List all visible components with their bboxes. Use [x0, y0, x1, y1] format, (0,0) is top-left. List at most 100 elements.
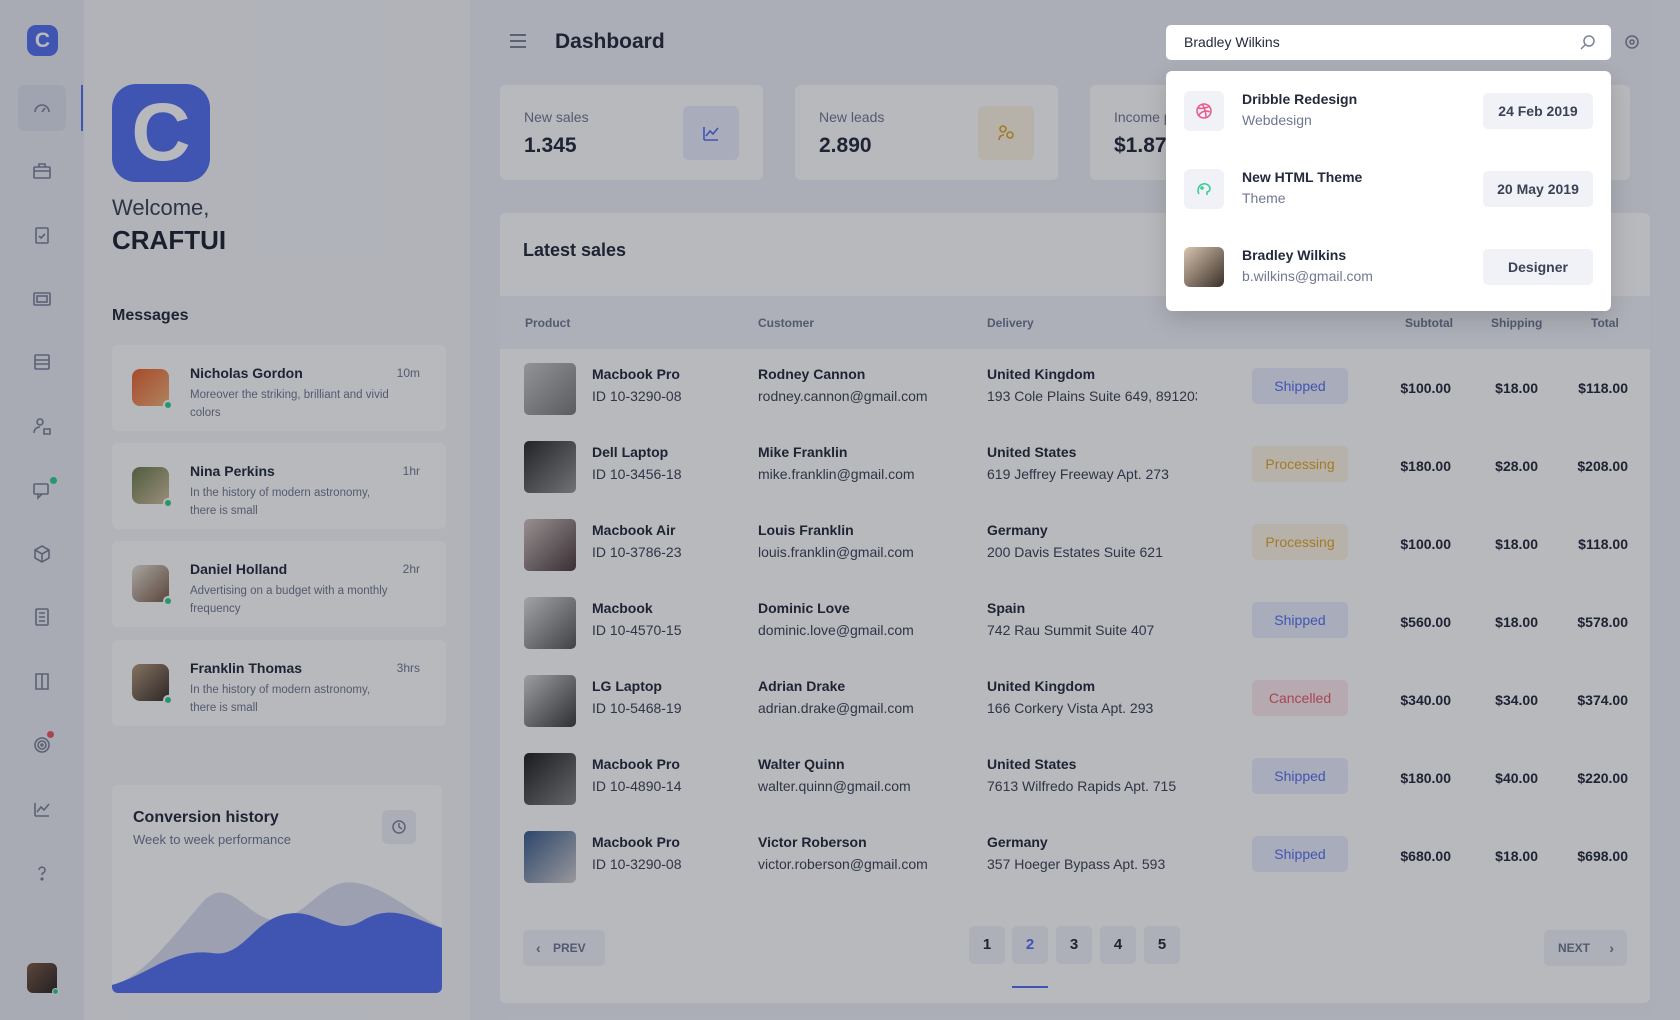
dribbble-icon [1184, 91, 1224, 131]
product-id: ID 10-3456-18 [592, 466, 682, 482]
prev-button[interactable]: ‹ PREV [523, 930, 605, 966]
product-id: ID 10-5468-19 [592, 700, 682, 716]
page-button[interactable]: 1 [969, 926, 1005, 964]
result-subtitle: Theme [1242, 190, 1286, 206]
customer-email[interactable]: mike.franklin@gmail.com [758, 466, 915, 482]
column-header[interactable]: Product [525, 316, 570, 330]
welcome-text: Welcome, [112, 195, 210, 220]
table-row[interactable]: Macbook Pro ID 10-4890-14 Walter Quinn walt… [500, 739, 1650, 817]
table-row[interactable]: Macbook Air ID 10-3786-23 Louis Franklin lo… [500, 505, 1650, 583]
product-image [524, 831, 576, 883]
customer-name: Mike Franklin [758, 444, 848, 460]
product-id: ID 10-3290-08 [592, 856, 682, 872]
chat-nav-icon[interactable] [18, 467, 66, 513]
help-nav-icon[interactable] [18, 850, 66, 896]
customer-email[interactable]: victor.roberson@gmail.com [758, 856, 928, 872]
product-id: ID 10-3290-08 [592, 388, 682, 404]
subtotal-value: $100.00 [1400, 380, 1451, 396]
search-input[interactable]: Bradley Wilkins [1166, 25, 1611, 60]
message-item[interactable]: Daniel Holland 2hr Advertising on a budg… [112, 541, 446, 627]
chart-nav-icon[interactable] [18, 786, 66, 832]
page-button-current[interactable]: 2 [1012, 926, 1048, 964]
conversion-history-card: Conversion history Week to week performa… [112, 785, 442, 993]
delivery-country: Spain [987, 600, 1026, 616]
product-id: ID 10-3786-23 [592, 544, 682, 560]
product-image [524, 675, 576, 727]
delivery-country: United States [987, 444, 1077, 460]
message-item[interactable]: Franklin Thomas 3hrs In the history of m… [112, 640, 446, 726]
result-subtitle: Webdesign [1242, 112, 1312, 128]
table-row[interactable]: Macbook ID 10-4570-15 Dominic Love dominic.… [500, 583, 1650, 661]
users-icon [978, 106, 1034, 160]
active-nav-indicator [81, 85, 83, 131]
table-row[interactable]: Macbook Pro ID 10-3290-08 Rodney Cannon rod… [500, 349, 1650, 427]
result-tag: 20 May 2019 [1483, 171, 1593, 207]
customer-email[interactable]: adrian.drake@gmail.com [758, 700, 914, 716]
table-row[interactable]: Macbook Pro ID 10-3290-08 Victor Roberson v… [500, 817, 1650, 895]
online-indicator [163, 695, 173, 705]
delivery-address: 357 Hoeger Bypass Apt. 593 [987, 856, 1166, 872]
customer-email[interactable]: louis.franklin@gmail.com [758, 544, 914, 560]
column-header[interactable]: Shipping [1491, 316, 1542, 330]
page-button[interactable]: 4 [1100, 926, 1136, 964]
app-logo[interactable]: C [27, 25, 58, 56]
chart-icon [683, 106, 739, 160]
document-nav-icon[interactable] [18, 594, 66, 640]
total-value: $118.00 [1578, 536, 1628, 552]
message-item[interactable]: Nina Perkins 1hr In the history of moder… [112, 443, 446, 529]
next-button[interactable]: NEXT › [1544, 930, 1627, 966]
clock-icon[interactable] [382, 810, 416, 844]
messages-title: Messages [112, 307, 189, 324]
total-value: $118.00 [1578, 380, 1628, 396]
column-header[interactable]: Subtotal [1405, 316, 1453, 330]
calendar-nav-icon[interactable] [18, 339, 66, 385]
dashboard-nav-icon[interactable] [18, 85, 66, 131]
search-result-item[interactable]: Bradley Wilkins b.wilkins@gmail.com Desi… [1166, 231, 1611, 301]
column-header[interactable]: Total [1591, 316, 1619, 330]
status-badge: Cancelled [1252, 680, 1348, 716]
customer-email[interactable]: rodney.cannon@gmail.com [758, 388, 928, 404]
page-button[interactable]: 5 [1144, 926, 1180, 964]
conversion-title: Conversion history [133, 809, 279, 826]
search-icon[interactable] [1580, 34, 1596, 50]
page-button[interactable]: 3 [1056, 926, 1092, 964]
online-indicator [163, 596, 173, 606]
target-nav-icon[interactable] [18, 722, 66, 768]
box-nav-icon[interactable] [18, 531, 66, 577]
result-subtitle: b.wilkins@gmail.com [1242, 268, 1373, 284]
search-result-item[interactable]: New HTML Theme Theme 20 May 2019 [1166, 153, 1611, 223]
user-lock-nav-icon[interactable] [18, 403, 66, 449]
customer-email[interactable]: walter.quinn@gmail.com [758, 778, 911, 794]
table-row[interactable]: Dell Laptop ID 10-3456-18 Mike Franklin mik… [500, 427, 1650, 505]
online-indicator [163, 498, 173, 508]
subtotal-value: $560.00 [1400, 614, 1451, 630]
prev-label: PREV [553, 941, 586, 955]
book-nav-icon[interactable] [18, 658, 66, 704]
briefcase-nav-icon[interactable] [18, 148, 66, 194]
message-preview: In the history of modern astronomy, ther… [190, 487, 371, 517]
stat-card-new-leads: New leads 2.890 [795, 85, 1058, 180]
subtotal-value: $180.00 [1400, 458, 1451, 474]
brand-name: CRAFTUI [112, 225, 227, 255]
customer-email[interactable]: dominic.love@gmail.com [758, 622, 914, 638]
message-time: 1hr [402, 464, 420, 478]
stat-value: $1.87 [1114, 134, 1167, 157]
media-nav-icon[interactable] [18, 276, 66, 322]
shipping-value: $18.00 [1495, 848, 1538, 864]
column-header[interactable]: Delivery [987, 316, 1034, 330]
message-sender: Nicholas Gordon [190, 365, 303, 381]
message-item[interactable]: Nicholas Gordon 10m Moreover the strikin… [112, 345, 446, 431]
settings-icon[interactable] [1624, 34, 1640, 50]
online-indicator [163, 400, 173, 410]
search-result-item[interactable]: Dribble Redesign Webdesign 24 Feb 2019 [1166, 75, 1611, 145]
column-header[interactable]: Customer [758, 316, 814, 330]
shipping-value: $28.00 [1495, 458, 1538, 474]
delivery-address: 7613 Wilfredo Rapids Apt. 715 [987, 778, 1177, 794]
menu-toggle-icon[interactable] [510, 34, 526, 48]
message-time: 2hr [402, 562, 420, 576]
stat-value: 1.345 [524, 134, 577, 157]
clipboard-nav-icon[interactable] [18, 212, 66, 258]
table-row[interactable]: LG Laptop ID 10-5468-19 Adrian Drake adrian… [500, 661, 1650, 739]
elephant-icon [1184, 169, 1224, 209]
conversion-subtitle: Week to week performance [133, 832, 291, 847]
